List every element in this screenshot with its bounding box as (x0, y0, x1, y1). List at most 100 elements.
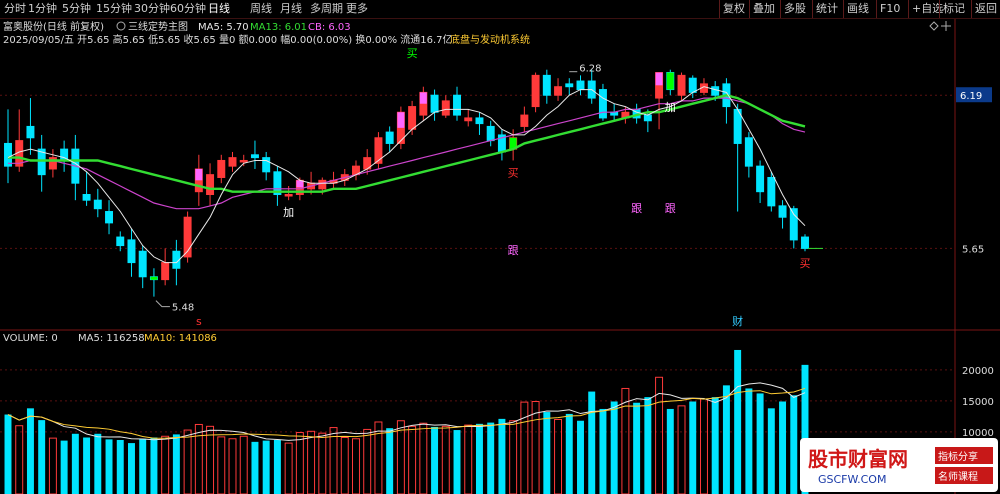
signal-label-2: 买 (508, 166, 519, 179)
ma5-label: MA5: 5.70 (198, 22, 249, 33)
last-price-label: 5.65 (962, 244, 984, 255)
watermark-tag2: 名师课程 (938, 470, 978, 483)
volume-bar (734, 349, 742, 494)
period-tab-5[interactable]: 60分钟 (170, 1, 206, 17)
signal-label-4: 跟 (508, 244, 519, 257)
toolbar-button-2[interactable]: 多股 (784, 1, 806, 17)
toolbar-button-0[interactable]: 复权 (723, 1, 745, 17)
volume-tick-2: 10000 (962, 428, 994, 439)
candle (385, 131, 394, 144)
toolbar-separator (908, 0, 909, 18)
current-price-label: 6.19 (960, 91, 982, 102)
toolbar-button-3[interactable]: 统计 (816, 1, 838, 17)
stock-title: 富奥股份(日线 前复权) (3, 20, 104, 33)
toolbar-separator (939, 0, 940, 18)
period-tab-7[interactable]: 周线 (250, 1, 272, 17)
volume-bar (498, 418, 506, 494)
candle (250, 154, 259, 159)
period-tab-8[interactable]: 月线 (280, 1, 302, 17)
volume-bar (71, 433, 79, 494)
candle (576, 80, 585, 91)
candle (598, 89, 607, 119)
volume-bar (689, 401, 697, 494)
toolbar-separator (876, 0, 877, 18)
candle (441, 100, 450, 116)
candle (217, 159, 226, 178)
volume-ma10-label: MA10: 141086 (144, 333, 217, 344)
candle (430, 94, 439, 113)
volume-bar (172, 434, 180, 494)
signal-label-6: 加 (665, 101, 676, 114)
watermark-main-text: 股市财富网 (808, 447, 908, 471)
candle (82, 194, 91, 201)
pink-signal-candle (419, 92, 427, 104)
period-tab-10[interactable]: 更多 (346, 1, 368, 17)
pink-signal-candle (655, 72, 663, 86)
volume-bar (60, 440, 68, 494)
candle (767, 176, 776, 207)
volume-bar (251, 441, 259, 494)
candle (801, 236, 809, 249)
volume-bar (105, 439, 113, 494)
volume-bar (779, 401, 787, 494)
candle (318, 179, 327, 190)
watermark-sub-text: GSCFW.COM (818, 473, 886, 486)
toolbar-separator (780, 0, 781, 18)
volume-bar (273, 439, 281, 494)
toolbar-button-1[interactable]: 叠加 (753, 1, 775, 17)
period-tab-1[interactable]: 1分钟 (28, 1, 57, 17)
volume-bar (453, 430, 461, 494)
period-tab-2[interactable]: 5分钟 (62, 1, 91, 17)
candle (374, 137, 383, 164)
volume-bar (756, 393, 764, 494)
volume-bar (711, 397, 719, 494)
indicator-name: 三线定势主图 (128, 20, 188, 33)
volume-bar (94, 433, 102, 494)
volume-bar (666, 408, 674, 494)
candle (688, 77, 697, 93)
signal-label-5: 跟 (665, 202, 676, 215)
low-price-marker: 5.48 (172, 303, 194, 314)
period-tab-4[interactable]: 30分钟 (134, 1, 170, 17)
volume-bar (127, 443, 135, 494)
volume-bar (38, 420, 46, 494)
buy-signal-candle (666, 72, 674, 90)
volume-bar (610, 401, 618, 494)
toolbar-separator (843, 0, 844, 18)
period-tab-6[interactable]: 日线 (208, 1, 230, 17)
signal-label-3: 跟 (631, 202, 642, 215)
volume-bar (150, 437, 158, 494)
period-tab-3[interactable]: 15分钟 (96, 1, 132, 17)
candle (554, 86, 563, 96)
toolbar-button-7[interactable]: 标记 (943, 1, 965, 17)
toolbar-button-8[interactable]: 返回 (975, 1, 997, 17)
period-tab-0[interactable]: 分时 (4, 1, 26, 17)
stock-chart[interactable]: 富奥股份(日线 前复权) 三线定势主图 MA5: 5.70 MA13: 6.01 CB:… (0, 0, 1000, 494)
volume-bar (722, 385, 730, 494)
candle (105, 211, 114, 224)
candle (486, 125, 495, 142)
ma13-label: MA13: 6.01 (250, 22, 307, 33)
candle (677, 74, 686, 96)
volume-tick-0: 20000 (962, 366, 994, 377)
volume-tick-1: 15000 (962, 397, 994, 408)
signal-label-8: 财 (732, 314, 743, 328)
volume-bar (139, 438, 147, 494)
volume-bar (577, 420, 584, 494)
candle (206, 174, 215, 196)
volume-bar (745, 388, 753, 494)
toolbar-separator (749, 0, 750, 18)
candle (464, 117, 473, 122)
volume-bar (262, 440, 270, 494)
candle (93, 199, 102, 210)
candle (138, 250, 147, 278)
volume-bar (475, 423, 483, 494)
toolbar-button-4[interactable]: 画线 (847, 1, 869, 17)
volume-ma5-label: MA5: 116258 (78, 333, 145, 344)
toolbar-button-5[interactable]: F10 (880, 1, 900, 17)
period-tab-9[interactable]: 多周期 (310, 1, 343, 17)
pink-signal-candle (397, 112, 405, 128)
volume-bar (431, 426, 439, 494)
volume-bar (4, 414, 12, 494)
toolbar-separator (971, 0, 972, 18)
